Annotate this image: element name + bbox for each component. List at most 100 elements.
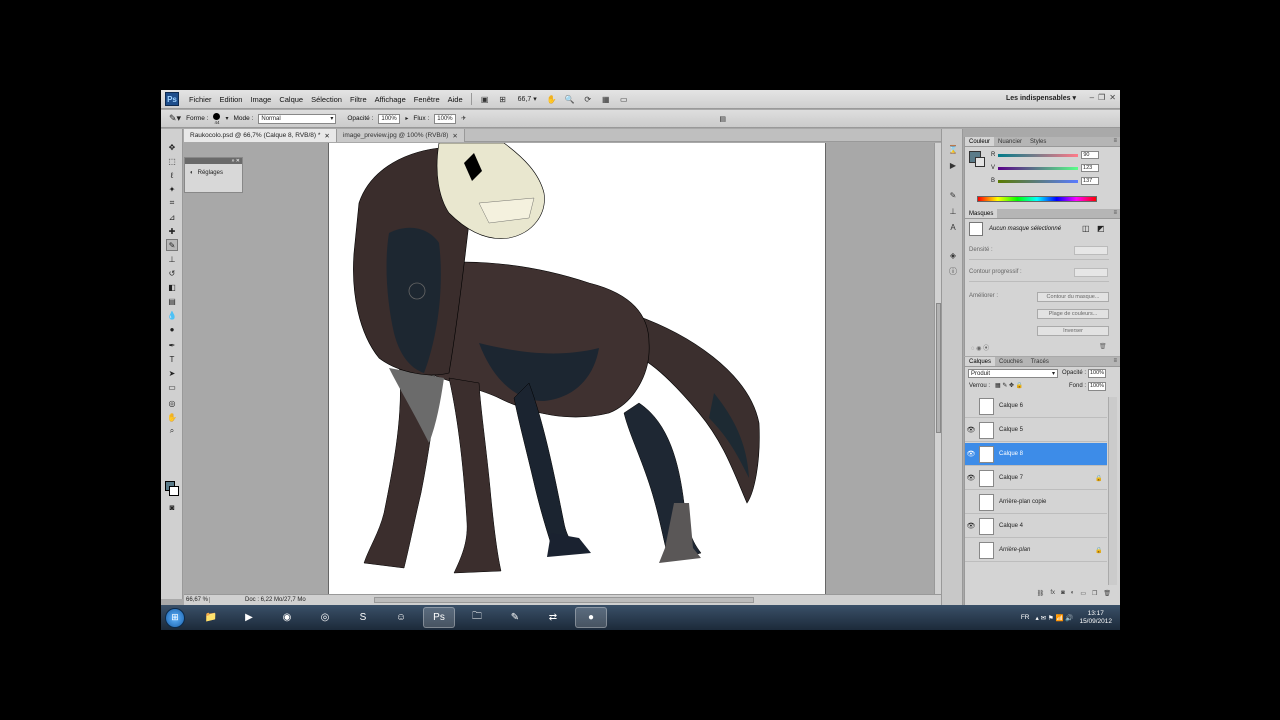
menu-fenetre[interactable]: Fenêtre [410, 95, 444, 104]
recorder-icon[interactable]: ● [575, 607, 607, 628]
crop-tool-icon[interactable]: ⌗ [166, 197, 178, 209]
link-layers-icon[interactable]: ⛓ [1037, 590, 1045, 601]
fill-field[interactable]: 100% [1088, 382, 1106, 391]
v-slider[interactable] [998, 166, 1079, 170]
minimize-icon[interactable]: – [1090, 93, 1094, 102]
start-button[interactable]: ⊞ [165, 607, 185, 628]
airbrush-icon[interactable]: ✈ [461, 115, 466, 122]
brush-tool-icon[interactable]: ✎ [166, 239, 178, 251]
inverser-button[interactable]: Inverser [1037, 326, 1109, 336]
menu-edition[interactable]: Edition [216, 95, 247, 104]
document-canvas[interactable] [328, 143, 826, 594]
menu-selection[interactable]: Sélection [307, 95, 346, 104]
brush-panel-icon[interactable]: ▤ [719, 115, 726, 123]
mask-footer-icons[interactable]: ◌ ◉ ⦿ [971, 343, 989, 352]
magic-wand-tool-icon[interactable]: ✦ [166, 183, 178, 195]
brushes-panel-icon[interactable]: ✎ [947, 189, 959, 201]
tab-styles[interactable]: Styles [1026, 137, 1050, 146]
media-player-icon[interactable]: ▶ [233, 607, 265, 628]
lock-icons[interactable]: ▦ ✎ ✥ 🔒 [995, 382, 1023, 389]
adjustment-layer-icon[interactable]: ◐ [1071, 590, 1075, 601]
close-tab-icon[interactable]: ✕ [324, 132, 329, 140]
menu-filtre[interactable]: Filtre [346, 95, 371, 104]
vector-mask-icon[interactable]: ◩ [1097, 224, 1105, 233]
eraser-tool-icon[interactable]: ◧ [166, 281, 178, 293]
history-brush-tool-icon[interactable]: ↺ [166, 267, 178, 279]
tab-couches[interactable]: Couches [995, 357, 1027, 366]
layer-row[interactable]: Arrière-plan 🔒 [965, 539, 1107, 562]
visibility-eye-icon[interactable]: 👁 [965, 522, 977, 530]
collapse-icon[interactable]: » [232, 158, 235, 164]
marquee-tool-icon[interactable]: ⬚ [166, 155, 178, 167]
blur-tool-icon[interactable]: 💧 [166, 309, 178, 321]
tray-icons[interactable]: ▴ ✉ ⚑ 📶 🔊 [1036, 614, 1074, 622]
contour-field[interactable] [1074, 268, 1108, 277]
blend-mode-select[interactable]: Produit ▾ [968, 369, 1058, 378]
gradient-tool-icon[interactable]: ▤ [166, 295, 178, 307]
pen-tool-icon[interactable]: ✒ [166, 339, 178, 351]
3d-panel-icon[interactable]: ◈ [947, 249, 959, 261]
menu-fichier[interactable]: Fichier [185, 95, 216, 104]
layer-opacity-field[interactable]: 100% [1088, 369, 1106, 378]
delete-layer-icon[interactable]: 🗑 [1103, 590, 1111, 601]
folder-icon[interactable]: 🗀 [461, 607, 493, 628]
chrome-icon[interactable]: ◉ [271, 607, 303, 628]
eyedropper-tool-icon[interactable]: ⊿ [166, 211, 178, 223]
lasso-tool-icon[interactable]: ℓ [166, 169, 178, 181]
zoom-tool-icon[interactable]: ⌕ [166, 425, 178, 437]
new-layer-icon[interactable]: ❐ [1092, 590, 1097, 601]
layers-scrollbar[interactable] [1108, 397, 1117, 585]
zoom-status[interactable]: 66,67 % [184, 597, 210, 603]
layer-row[interactable]: 👁 Calque 4 [965, 515, 1107, 538]
photoshop-logo[interactable]: Ps [165, 92, 179, 106]
tab-masques[interactable]: Masques [965, 209, 998, 218]
brush-preset-icon[interactable]: ✎▾ [169, 113, 181, 124]
extras-icon[interactable]: ⊞ [496, 93, 510, 105]
horizontal-scrollbar[interactable] [374, 597, 754, 603]
tab-nuancier[interactable]: Nuancier [994, 137, 1026, 146]
tab-image-preview[interactable]: image_preview.jpg @ 100% (RVB/8) ✕ [336, 129, 465, 142]
messenger-icon[interactable]: ☺ [385, 607, 417, 628]
contour-slider[interactable] [969, 281, 1109, 282]
close-tab-icon[interactable]: ✕ [452, 132, 457, 140]
tab-calques[interactable]: Calques [965, 357, 996, 366]
arrange-documents-icon[interactable]: ▦ [599, 93, 613, 105]
reglages-button[interactable]: ◐ Réglages [185, 164, 242, 182]
history-panel-icon[interactable]: ⌛ [947, 143, 959, 155]
healing-brush-tool-icon[interactable]: ✚ [166, 225, 178, 237]
delete-mask-icon[interactable]: 🗑 [1099, 343, 1107, 350]
plage-de-couleurs-button[interactable]: Plage de couleurs... [1037, 309, 1109, 319]
r-slider[interactable] [998, 153, 1079, 157]
network-icon[interactable]: ⇄ [537, 607, 569, 628]
hand-tool-icon[interactable]: ✋ [166, 411, 178, 423]
opacity-pressure-icon[interactable]: ▸ [405, 115, 408, 122]
screen-mode-icon[interactable]: ▭ [617, 93, 631, 105]
tab-raukocolo[interactable]: Raukocolo.psd @ 66,7% (Calque 8, RVB/8) … [184, 129, 337, 142]
layer-style-icon[interactable]: fx [1050, 590, 1055, 601]
opacite-field[interactable]: 100% [378, 113, 401, 124]
vertical-scrollbar[interactable] [934, 143, 941, 594]
pixel-mask-icon[interactable]: ◫ [1082, 224, 1090, 233]
close-icon[interactable]: ✕ [1109, 93, 1116, 102]
quick-mask-icon[interactable]: ◙ [166, 501, 178, 513]
densite-field[interactable] [1074, 246, 1108, 255]
add-mask-icon[interactable]: ◙ [1061, 590, 1065, 601]
rotate-view-icon[interactable]: ⟳ [581, 93, 595, 105]
restore-icon[interactable]: ❐ [1098, 93, 1105, 102]
info-panel-icon[interactable]: ⓘ [947, 265, 959, 277]
new-group-icon[interactable]: ▭ [1080, 590, 1086, 601]
character-panel-icon[interactable]: A [947, 221, 959, 233]
r-value[interactable]: 90 [1081, 151, 1100, 159]
flux-field[interactable]: 100% [434, 113, 457, 124]
background-color-swatch[interactable] [169, 486, 179, 496]
layer-row[interactable]: 👁 Calque 5 [965, 419, 1107, 442]
v-value[interactable]: 123 [1081, 164, 1100, 172]
3d-rotate-tool-icon[interactable]: ◎ [166, 397, 178, 409]
menu-image[interactable]: Image [246, 95, 275, 104]
language-indicator[interactable]: FR [1021, 614, 1030, 621]
layer-row[interactable]: Calque 6 [965, 395, 1107, 418]
document-size-status[interactable]: Doc : 6,22 Mo/27,7 Mo [210, 597, 370, 603]
dodge-tool-icon[interactable]: ● [166, 323, 178, 335]
workspace-switcher[interactable]: Les indispensables ▾ [1006, 94, 1076, 102]
visibility-eye-icon[interactable]: 👁 [965, 474, 977, 482]
